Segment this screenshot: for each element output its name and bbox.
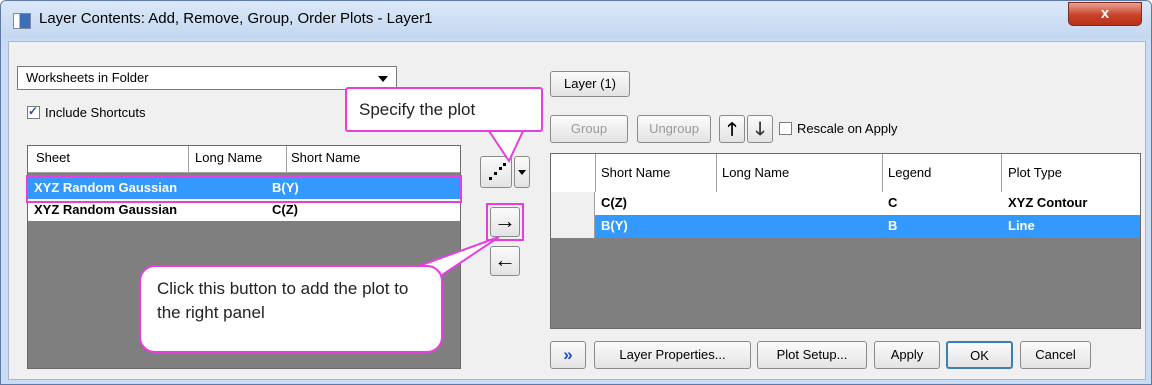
click-button-text: Click this button to add the plot to the…	[157, 279, 409, 322]
specify-callout-tail	[487, 130, 525, 164]
dialog-window: Layer Contents: Add, Remove, Group, Orde…	[0, 0, 1152, 385]
specify-plot-callout: Specify the plot	[345, 87, 543, 132]
click-button-callout: Click this button to add the plot to the…	[139, 265, 443, 353]
specify-plot-text: Specify the plot	[359, 100, 476, 119]
